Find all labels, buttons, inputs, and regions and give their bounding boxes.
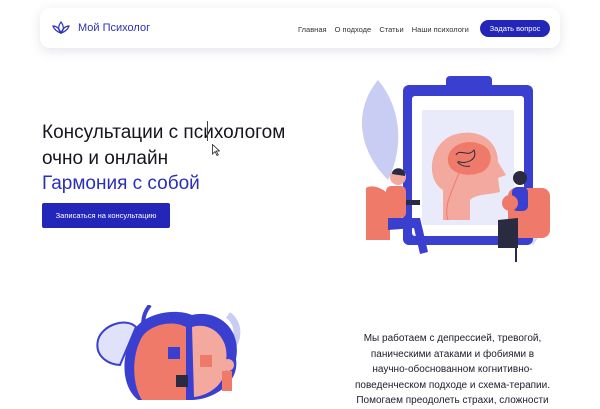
mouse-pointer-icon bbox=[212, 144, 220, 156]
about-line: Помогаем преодолеть страхи, сложности bbox=[356, 395, 549, 406]
nav-psychologists[interactable]: Наши психологи bbox=[412, 25, 469, 34]
brand-name[interactable]: Мой Психолог bbox=[78, 22, 150, 34]
main-nav: Главная О подходе Статьи Наши психологи bbox=[298, 25, 475, 34]
about-line: поведенческом подходе и схема-терапии. bbox=[354, 379, 550, 391]
hero-title: Консультации с психологом очно и онлайн bbox=[42, 120, 285, 172]
nav-home[interactable]: Главная bbox=[298, 25, 327, 34]
puzzle-brain-illustration bbox=[96, 305, 241, 400]
about-line: паническими атаками и фобиями в bbox=[370, 348, 535, 360]
ask-question-button[interactable]: Задать вопрос bbox=[480, 20, 550, 37]
hero-title-line2: очно и онлайн bbox=[42, 148, 169, 169]
about-line: научно-обоснованном когнитивно- bbox=[372, 364, 533, 375]
about-text: Мы работаем с депрессией, тревогой, пани… bbox=[335, 331, 570, 409]
nav-articles[interactable]: Статьи bbox=[379, 25, 403, 34]
nav-approach[interactable]: О подходе bbox=[335, 25, 372, 34]
hero-title-line1: Консультации с психологом bbox=[42, 122, 286, 143]
hero-subtitle: Гармония с собой bbox=[42, 173, 200, 194]
lotus-logo-icon[interactable] bbox=[52, 21, 70, 35]
text-caret bbox=[207, 121, 208, 141]
about-line: Мы работаем с депрессией, тревогой, bbox=[363, 333, 542, 344]
therapy-session-illustration bbox=[361, 76, 550, 262]
book-consultation-button[interactable]: Записаться на консультацию bbox=[42, 203, 170, 228]
site-header: Мой Психолог Главная О подходе Статьи На… bbox=[40, 8, 560, 48]
